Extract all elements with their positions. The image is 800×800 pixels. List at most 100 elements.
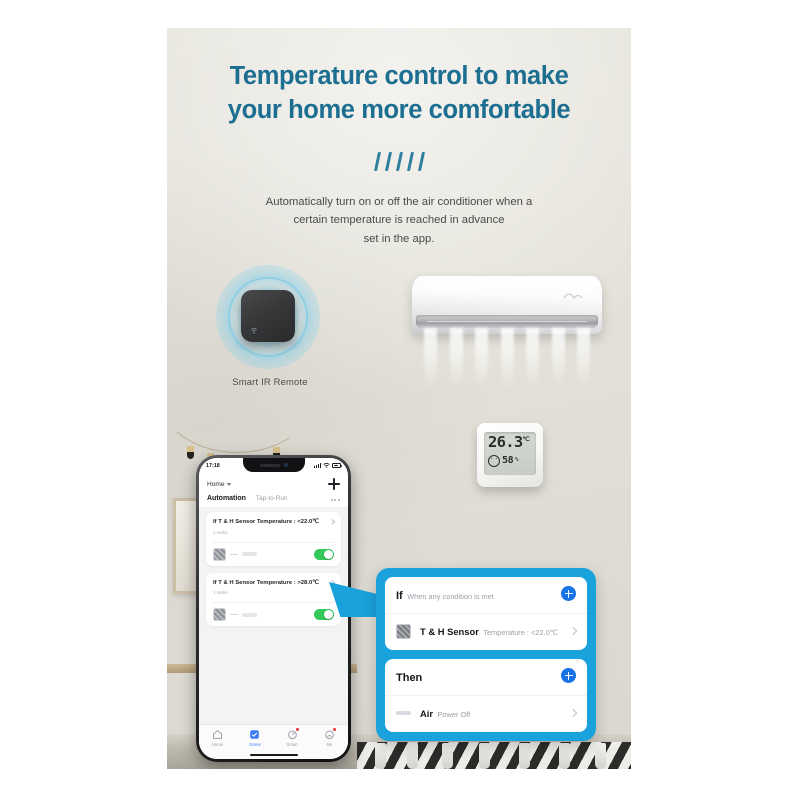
automation-title: If T & H Sensor Temperature : <22.0℃ (213, 519, 319, 525)
air-conditioner-unit (412, 276, 602, 334)
nav-item-label: Me (326, 742, 333, 747)
ac-brand-logo (563, 293, 583, 300)
chevron-down-icon (227, 482, 232, 486)
then-action-card: Then Air Power Off (385, 659, 587, 732)
chevron-right-icon[interactable] (568, 626, 578, 636)
device-thumbnail-icon (213, 547, 226, 561)
list-item[interactable]: If T & H Sensor Temperature : <22.0℃ 1 t… (206, 512, 341, 566)
if-title: If (396, 590, 403, 602)
tick-mark-icon (373, 151, 381, 171)
then-card-header: Then (385, 659, 587, 695)
tab-tap-to-run[interactable]: Tap-to-Run (256, 495, 288, 502)
furniture-leg (442, 743, 453, 769)
if-subtitle[interactable]: When any condition is met (407, 592, 494, 601)
then-title: Then (396, 672, 423, 684)
nav-item-smart[interactable]: Smart (274, 728, 311, 747)
automation-toggle[interactable] (314, 609, 334, 621)
add-icon[interactable] (328, 478, 340, 490)
device-thumbnail-icon (213, 608, 226, 622)
airflow-stream (424, 328, 437, 390)
ir-remote-label: Smart IR Remote (232, 376, 308, 387)
automation-device-icons (213, 547, 257, 561)
nav-item-label: Smart (286, 742, 298, 747)
subhead-line-3: set in the app. (363, 232, 435, 245)
automation-task-count: 1 tasks (213, 590, 228, 596)
arrow-icon (230, 553, 238, 555)
product-infographic: Temperature control to make your home mo… (0, 0, 800, 800)
automation-device-icons (213, 608, 257, 622)
then-device-detail: Power Off (437, 710, 471, 719)
notification-badge (332, 728, 336, 731)
status-indicators (314, 463, 342, 468)
furniture-leg (375, 743, 386, 769)
arrow-icon (230, 614, 238, 616)
status-time: 17:18 (206, 462, 220, 469)
airflow-stream (551, 328, 565, 390)
sensor-temperature-value: 26.3 (488, 433, 523, 451)
add-condition-button[interactable] (561, 586, 576, 601)
list-item[interactable]: If T & H Sensor Temperature : >28.0℃ 1 t… (206, 572, 341, 627)
furniture-leg (407, 743, 418, 769)
page-title: Temperature control to make your home mo… (167, 60, 631, 128)
ir-remote-device (241, 290, 295, 342)
if-device-row[interactable]: T & H Sensor Temperature : <22.0℃ (385, 613, 587, 650)
app-header: Home (199, 473, 348, 493)
nav-item-me[interactable]: Me (311, 728, 348, 747)
notification-badge (295, 728, 299, 731)
if-device-detail: Temperature : <22.0℃ (483, 628, 558, 637)
furniture-leg (479, 743, 490, 769)
add-action-button[interactable] (561, 668, 576, 683)
sensor-lcd-display: 26.3℃ 58% (484, 432, 536, 475)
automation-title-row: If T & H Sensor Temperature : >28.0℃ (213, 579, 335, 588)
app-tabs: Automation Tap-to-Run (199, 493, 348, 507)
tab-automation[interactable]: Automation (207, 495, 246, 502)
smiley-face-icon (488, 454, 500, 467)
nav-item-label: Scene (248, 742, 261, 747)
if-card-header-text: If When any condition is met (396, 586, 494, 604)
automation-footer (213, 541, 334, 561)
sensor-humidity-unit: % (515, 456, 519, 463)
wifi-icon (323, 463, 330, 468)
automation-title: If T & H Sensor Temperature : >28.0℃ (213, 579, 319, 586)
scene-icon (249, 729, 260, 740)
automation-detail-callout: If When any condition is met T & H Senso… (376, 568, 596, 741)
nav-item-home[interactable]: Home (199, 729, 236, 747)
home-selector[interactable]: Home (207, 481, 232, 488)
headline-line-2: your home more comfortable (227, 95, 571, 124)
airflow-stream (500, 328, 514, 390)
sensor-humidity-reading: 58% (488, 454, 532, 467)
then-card-header-text: Then (396, 668, 422, 686)
page-subtitle: Automatically turn on or off the air con… (199, 193, 599, 248)
automation-title-row: If T & H Sensor Temperature : <22.0℃ (213, 518, 335, 527)
tick-mark-icon (406, 151, 414, 171)
phone-screen: 17:18 Home Automation Tap-to-Run If T & … (199, 458, 348, 759)
tick-mark-icon (417, 151, 425, 171)
device-chip-icon (242, 612, 257, 617)
wifi-signal-icon (250, 328, 258, 334)
airflow-stream (577, 328, 590, 390)
home-icon (212, 729, 223, 740)
device-chip-icon (242, 552, 257, 557)
then-device-text: Air Power Off (420, 704, 561, 722)
chevron-right-icon[interactable] (328, 519, 335, 526)
if-device-text: T & H Sensor Temperature : <22.0℃ (420, 622, 561, 640)
tick-mark-icon (395, 151, 403, 171)
sensor-temperature-unit: ℃ (522, 434, 530, 443)
airflow-streams (414, 328, 600, 390)
more-options-icon[interactable] (330, 499, 340, 501)
device-thumbnail-icon (396, 623, 411, 639)
subhead-line-2: certain temperature is reached in advanc… (293, 214, 505, 227)
then-device-row[interactable]: Air Power Off (385, 695, 587, 732)
furniture-leg (559, 743, 570, 769)
nav-item-scene[interactable]: Scene (236, 729, 273, 747)
automation-toggle[interactable] (314, 548, 334, 560)
then-device-name: Air (420, 708, 434, 719)
signal-bars-icon (314, 463, 321, 468)
battery-icon (332, 463, 342, 468)
speaker-icon (259, 463, 280, 467)
smartphone-mockup: 17:18 Home Automation Tap-to-Run If T & … (196, 455, 351, 762)
airflow-stream (475, 328, 488, 390)
airflow-stream (449, 328, 463, 390)
chevron-right-icon[interactable] (568, 708, 578, 718)
tick-marks-decoration (167, 148, 631, 174)
